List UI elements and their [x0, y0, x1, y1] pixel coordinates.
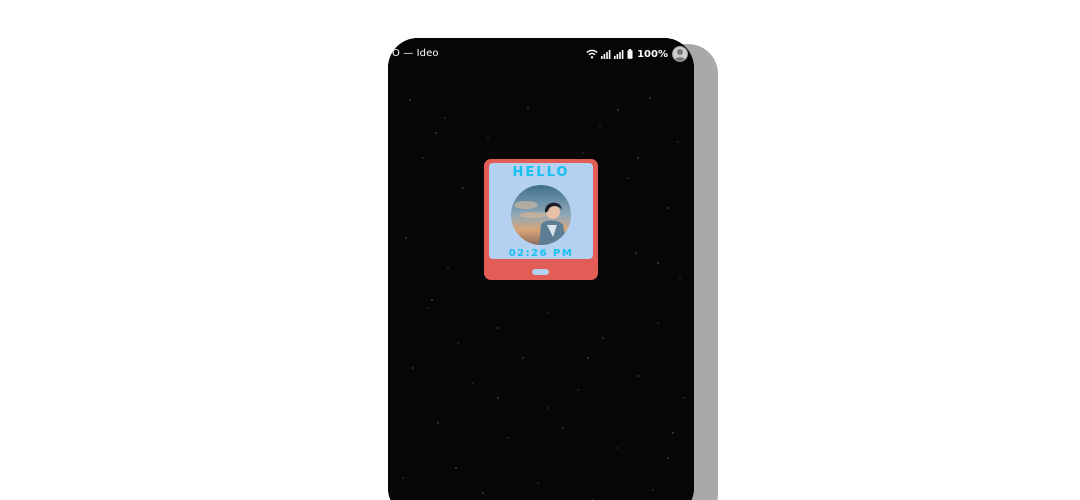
signal-icon [614, 49, 624, 59]
widget-greeting: HELLO [512, 165, 570, 180]
wifi-icon [586, 49, 598, 59]
battery-percentage: 100% [637, 48, 668, 60]
hello-clock-widget[interactable]: HELLO 02:26 PM [484, 159, 598, 280]
battery-icon [627, 49, 633, 59]
widget-screen: HELLO 02:26 PM [489, 163, 593, 259]
widget-home-button[interactable] [532, 269, 549, 275]
widget-clock-time: 02:26 PM [508, 248, 574, 259]
profile-avatar-icon[interactable] [672, 46, 688, 62]
status-icons: 100% [586, 46, 668, 62]
status-bar-app-title: O — Ideo [392, 48, 439, 59]
signal-icon [601, 49, 611, 59]
status-bar: O — Ideo 100% [388, 46, 694, 62]
stage: O — Ideo 100% HELLO 02:26 PM [0, 0, 1080, 500]
profile-photo [511, 185, 571, 245]
phone-screen: O — Ideo 100% HELLO 02:26 PM [388, 38, 694, 500]
